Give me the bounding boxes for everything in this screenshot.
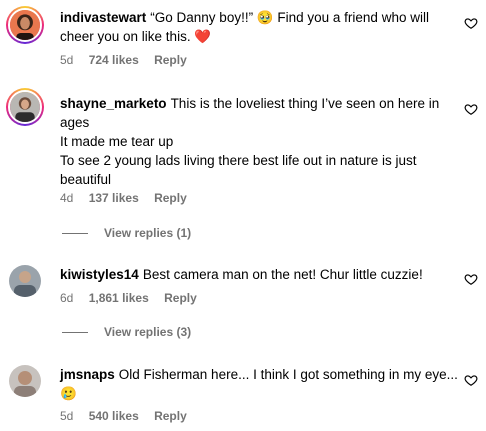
comment-body-line: It made me tear up — [60, 134, 174, 149]
avatar[interactable] — [9, 265, 41, 297]
timestamp: 5d — [60, 409, 74, 423]
avatar[interactable] — [6, 88, 44, 126]
timestamp: 5d — [60, 53, 74, 67]
likes-count[interactable]: 1,861 likes — [89, 291, 149, 305]
likes-count[interactable]: 540 likes — [89, 409, 139, 423]
avatar-image — [10, 10, 40, 40]
comment-meta: 5d 724 likes Reply — [60, 52, 199, 68]
comment-text: shayne_marketo This is the loveliest thin… — [60, 94, 460, 189]
avatar-image — [9, 265, 41, 297]
heart-outline-icon[interactable] — [464, 16, 478, 30]
username[interactable]: kiwistyles14 — [60, 267, 139, 282]
heart-outline-icon[interactable] — [464, 272, 478, 286]
view-replies-button[interactable]: View replies (1) — [62, 226, 191, 240]
view-replies-label: View replies (1) — [104, 226, 192, 240]
comment-meta: 4d 137 likes Reply — [60, 190, 199, 206]
heart-outline-icon[interactable] — [464, 373, 478, 387]
avatar[interactable] — [9, 365, 41, 397]
comments-list: indivastewart “Go Danny boy!!” 🥹 Find you… — [0, 0, 486, 431]
username[interactable]: shayne_marketo — [60, 96, 167, 111]
view-replies-label: View replies (3) — [104, 325, 192, 339]
comment-meta: 5d 540 likes Reply — [60, 408, 199, 424]
divider — [62, 331, 88, 333]
divider — [62, 232, 88, 234]
likes-count[interactable]: 137 likes — [89, 191, 139, 205]
heart-outline-icon[interactable] — [464, 102, 478, 116]
timestamp: 6d — [60, 291, 74, 305]
username[interactable]: jmsnaps — [60, 367, 115, 382]
comment-body: Old Fisherman here... I think I got some… — [60, 367, 458, 401]
comment-text: indivastewart “Go Danny boy!!” 🥹 Find you… — [60, 8, 460, 46]
reply-button[interactable]: Reply — [154, 409, 187, 423]
reply-button[interactable]: Reply — [164, 291, 197, 305]
reply-button[interactable]: Reply — [154, 53, 187, 67]
likes-count[interactable]: 724 likes — [89, 53, 139, 67]
comment-body-line: To see 2 young lads living there best li… — [60, 153, 417, 187]
avatar[interactable] — [6, 6, 44, 44]
avatar-image — [9, 365, 41, 397]
timestamp: 4d — [60, 191, 74, 205]
comment-text: jmsnaps Old Fisherman here... I think I g… — [60, 365, 460, 403]
comment-meta: 6d 1,861 likes Reply — [60, 290, 209, 306]
avatar-image — [10, 92, 40, 122]
reply-button[interactable]: Reply — [154, 191, 187, 205]
comment-text: kiwistyles14 Best camera man on the net! … — [60, 265, 460, 284]
comment-body: Best camera man on the net! Chur little … — [142, 267, 423, 282]
view-replies-button[interactable]: View replies (3) — [62, 325, 191, 339]
username[interactable]: indivastewart — [60, 10, 146, 25]
